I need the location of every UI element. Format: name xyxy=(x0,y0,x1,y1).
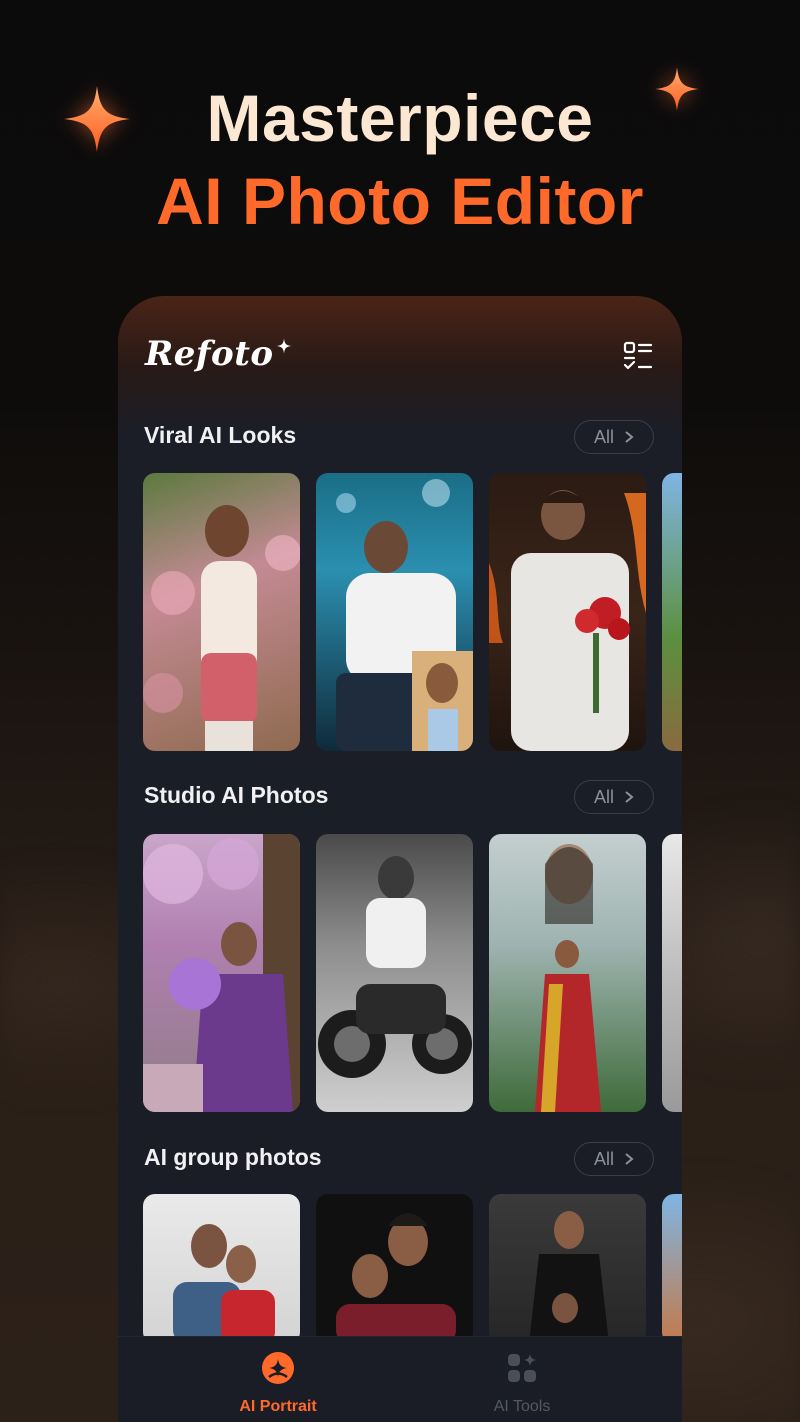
photo-card[interactable] xyxy=(316,1194,473,1344)
photo-card[interactable] xyxy=(662,473,682,751)
photo-card[interactable] xyxy=(662,834,682,1112)
nav-item-ai-portrait[interactable]: AI Portrait xyxy=(198,1351,358,1416)
promo-headline: Masterpiece AI Photo Editor xyxy=(0,80,800,246)
photo-card[interactable] xyxy=(316,473,473,751)
portrait-image xyxy=(336,1213,456,1344)
section-viral-ai-looks: Viral AI Looks All xyxy=(118,420,682,760)
photo-card[interactable] xyxy=(662,1194,682,1344)
headline-line-2: AI Photo Editor xyxy=(156,164,644,238)
section-studio-ai-photos: Studio AI Photos All xyxy=(118,780,682,1120)
portrait-image xyxy=(318,856,472,1078)
photo-card[interactable] xyxy=(489,834,646,1112)
nav-label: AI Tools xyxy=(493,1398,551,1415)
portrait-image xyxy=(529,1211,609,1344)
app-header: Refoto xyxy=(118,296,682,408)
all-button[interactable]: All xyxy=(574,1142,654,1176)
portrait-image xyxy=(489,490,646,751)
all-button[interactable]: All xyxy=(574,420,654,454)
photo-card[interactable] xyxy=(143,473,300,751)
all-label: All xyxy=(593,1148,614,1169)
all-button[interactable]: All xyxy=(574,780,654,814)
portrait-image xyxy=(535,844,601,1112)
logo-sparkle-icon xyxy=(276,338,292,359)
portrait-image xyxy=(143,505,300,751)
nav-label: AI Portrait xyxy=(239,1398,317,1415)
chevron-right-icon xyxy=(625,431,634,443)
section-title: AI group photos xyxy=(144,1144,322,1170)
bottom-navigation: AI Portrait AI Tools xyxy=(118,1336,682,1422)
portrait-sparkle-icon xyxy=(262,1352,294,1384)
section-title: Studio AI Photos xyxy=(144,782,329,808)
card-row xyxy=(143,834,682,1112)
nav-item-ai-tools[interactable]: AI Tools xyxy=(442,1351,602,1416)
photo-card[interactable] xyxy=(316,834,473,1112)
portrait-image xyxy=(143,834,300,1112)
chevron-right-icon xyxy=(625,1153,634,1165)
card-row xyxy=(143,1194,682,1344)
photo-card[interactable] xyxy=(489,473,646,751)
photo-card[interactable] xyxy=(143,834,300,1112)
app-logo: Refoto xyxy=(145,334,274,374)
checklist-icon[interactable] xyxy=(622,340,654,372)
portrait-image xyxy=(173,1224,275,1344)
phone-screen: Refoto Viral AI Looks All Studio AI Phot… xyxy=(118,296,682,1422)
card-row xyxy=(143,473,682,751)
headline-line-1: Masterpiece xyxy=(206,81,594,155)
all-label: All xyxy=(593,786,614,807)
portrait-image xyxy=(336,479,473,751)
photo-card[interactable] xyxy=(143,1194,300,1344)
section-title: Viral AI Looks xyxy=(144,422,297,448)
all-label: All xyxy=(593,426,614,447)
chevron-right-icon xyxy=(625,791,634,803)
photo-card[interactable] xyxy=(489,1194,646,1344)
tools-grid-icon xyxy=(508,1354,536,1382)
